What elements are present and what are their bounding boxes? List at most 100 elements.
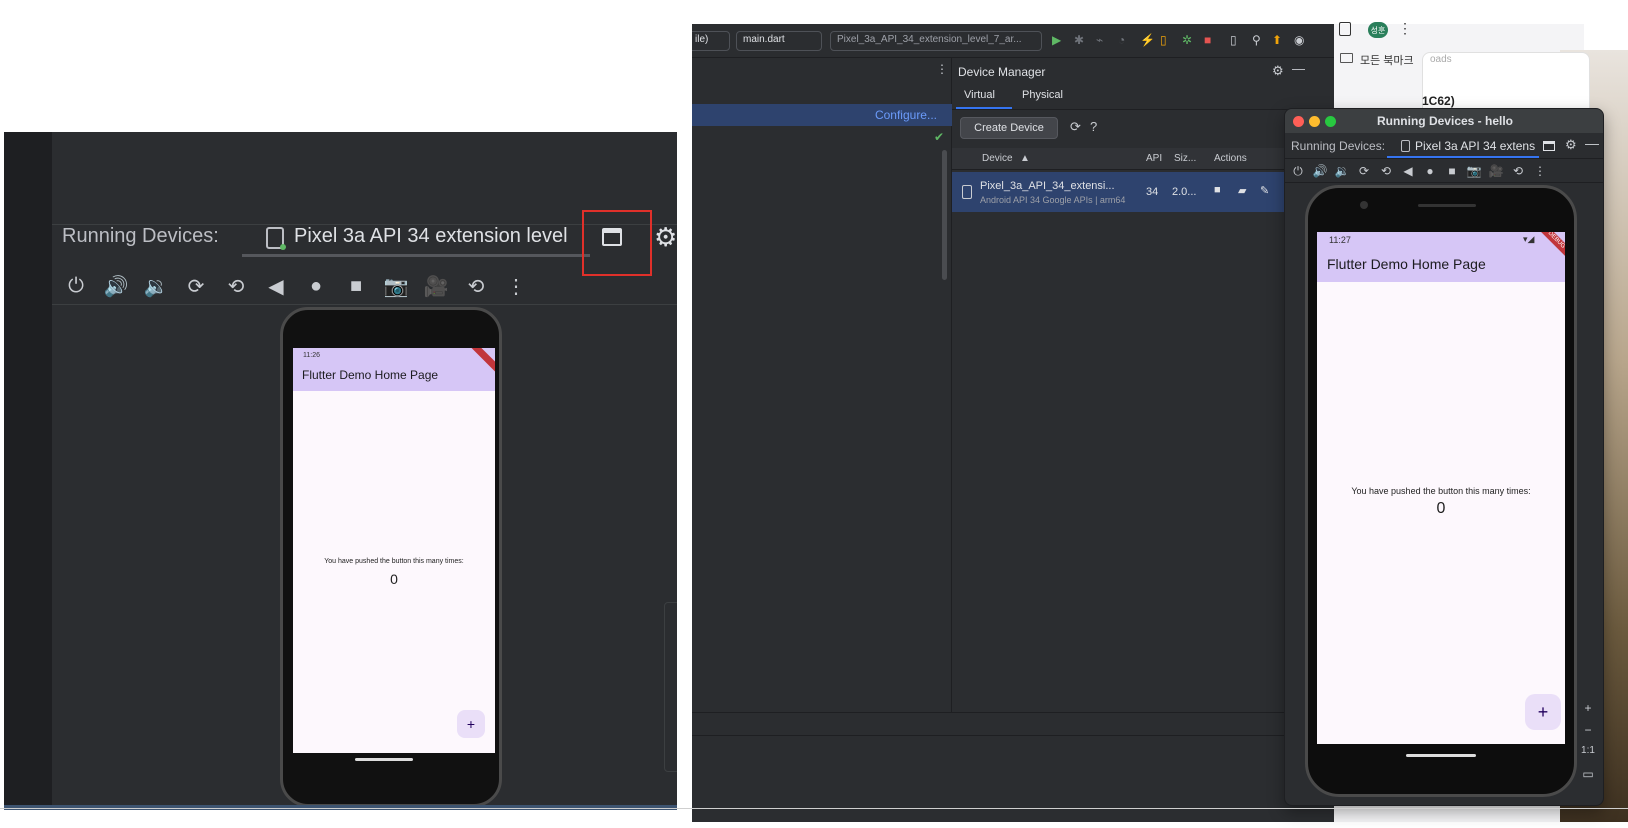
column-api[interactable]: API (1146, 153, 1162, 164)
panel-title: Device Manager (958, 65, 1046, 79)
column-size[interactable]: Siz... (1174, 153, 1196, 164)
profile-icon[interactable]: ◔ (1118, 33, 1125, 47)
counter-value: 0 (390, 571, 398, 587)
tab-virtual[interactable]: Virtual (964, 89, 995, 101)
gear-icon[interactable]: ⚙ (1565, 137, 1577, 153)
home-icon[interactable]: ● (302, 272, 330, 300)
power-icon[interactable]: ⏻ (1289, 163, 1307, 179)
zoom-out-button[interactable]: − (1577, 723, 1599, 737)
phone-screen[interactable]: 11:26 Flutter Demo Home Page You have pu… (293, 348, 495, 753)
table-row[interactable]: Pixel_3a_API_34_extensi... Android API 3… (952, 172, 1334, 212)
search-icon[interactable]: ⚲ (1252, 33, 1261, 47)
snapshot-icon[interactable]: ⟲ (1509, 163, 1527, 179)
tab-underline (242, 254, 590, 257)
bookmarks-link[interactable]: 모든 북마크 (1360, 52, 1414, 68)
inspector-icon[interactable]: ✲ (1182, 33, 1192, 47)
power-icon[interactable]: ⏻ (62, 272, 90, 300)
minimize-icon[interactable]: — (1585, 135, 1599, 151)
hot-reload-icon[interactable]: ⚡ (1140, 33, 1155, 47)
downloads-label: oads (1430, 54, 1452, 65)
file-selector[interactable]: main.dart (736, 31, 822, 51)
more-icon[interactable]: ⋮ (1398, 20, 1412, 37)
project-pane: ⋮ Configure... ✔ (692, 58, 952, 712)
device-api: 34 (1146, 186, 1159, 198)
device-tab-label[interactable]: Pixel 3a API 34 extension level (294, 225, 568, 248)
home-indicator (355, 758, 413, 761)
edit-icon[interactable]: ✎ (1260, 184, 1269, 197)
create-device-button[interactable]: Create Device (960, 117, 1058, 139)
volume-up-icon[interactable]: 🔊 (102, 272, 130, 300)
home-icon[interactable]: ● (1421, 163, 1439, 179)
back-icon[interactable]: ◀ (262, 272, 290, 300)
more-icon[interactable]: ⋮ (502, 272, 530, 300)
device-toolbar: ⏻ 🔊 🔉 ⟳ ⟲ ◀ ● ■ 📷 🎥 ⟲ ⋮ (1285, 159, 1603, 183)
actual-size-button[interactable]: 1:1 (1577, 745, 1599, 756)
more-icon[interactable]: ⋮ (1531, 163, 1549, 179)
minimize-icon[interactable]: — (1292, 61, 1305, 76)
device-manager-icon[interactable]: ▯ (1230, 33, 1237, 47)
zoom-in-button[interactable]: + (1577, 701, 1599, 715)
left-gutter (4, 132, 52, 810)
device-online-dot (280, 244, 286, 250)
app-title: Flutter Demo Home Page (1327, 256, 1486, 272)
divider (0, 808, 1628, 809)
folder-icon (1340, 53, 1353, 63)
folder-icon[interactable]: ▰ (1238, 184, 1246, 197)
device-name: Pixel_3a_API_34_extensi... (980, 180, 1115, 192)
device-tab-label[interactable]: Pixel 3a API 34 extensio (1415, 139, 1535, 153)
phone-screen[interactable]: 11:27 ▾◢ DEBUG Flutter Demo Home Page Yo… (1317, 232, 1565, 744)
app-bar: 11:27 ▾◢ DEBUG Flutter Demo Home Page (1317, 232, 1565, 282)
window-mode-icon[interactable] (1543, 141, 1555, 151)
column-device[interactable]: Device (982, 153, 1013, 164)
volume-up-icon[interactable]: 🔊 (1311, 163, 1329, 179)
increment-fab[interactable]: + (1525, 694, 1561, 730)
run-config-selector[interactable]: ile) (692, 31, 730, 51)
stop-icon[interactable]: ■ (1204, 33, 1211, 47)
title-bar[interactable]: Running Devices - hello (1285, 109, 1603, 133)
rotate-left-icon[interactable]: ⟲ (1377, 163, 1395, 179)
increment-fab[interactable]: + (457, 710, 485, 738)
device-icon (962, 185, 972, 199)
stop-icon[interactable]: ■ (1214, 184, 1221, 196)
camera-icon[interactable]: 📷 (382, 272, 410, 300)
gear-icon[interactable]: ⚙ (654, 222, 677, 253)
rotate-right-icon[interactable]: ⟳ (182, 272, 210, 300)
tab-physical[interactable]: Physical (1022, 89, 1063, 101)
help-icon[interactable]: ? (1090, 119, 1097, 134)
speaker-grille (1418, 204, 1476, 207)
phone-frame: 11:26 Flutter Demo Home Page You have pu… (280, 307, 502, 807)
configure-link[interactable]: Configure... (875, 108, 937, 122)
gear-icon[interactable]: ⚙ (1272, 63, 1284, 79)
highlight-box (582, 210, 652, 276)
attach-icon[interactable]: ⌁ (1096, 33, 1103, 47)
app-bar: 11:26 Flutter Demo Home Page (293, 348, 495, 391)
run-icon[interactable]: ▶ (1052, 33, 1061, 47)
avatar[interactable]: 성훈 (1368, 22, 1388, 38)
record-icon[interactable]: 🎥 (422, 272, 450, 300)
account-icon[interactable]: ◉ (1294, 33, 1304, 47)
volume-down-icon[interactable]: 🔉 (142, 272, 170, 300)
more-icon[interactable]: ⋮ (936, 62, 948, 76)
app-title: Flutter Demo Home Page (302, 368, 439, 382)
rotate-right-icon[interactable]: ⟳ (1355, 163, 1373, 179)
overview-icon[interactable]: ■ (1443, 163, 1461, 179)
fit-screen-icon[interactable]: ▭ (1577, 767, 1599, 781)
volume-down-icon[interactable]: 🔉 (1333, 163, 1351, 179)
camera-icon[interactable]: 📷 (1465, 163, 1483, 179)
debug-icon[interactable]: ✱ (1074, 33, 1084, 47)
snapshot-icon[interactable]: ⟲ (462, 272, 490, 300)
status-time: 11:26 (303, 352, 320, 359)
back-icon[interactable]: ◀ (1399, 163, 1417, 179)
record-icon[interactable]: 🎥 (1487, 163, 1505, 179)
hot-restart-icon[interactable]: ▯ (1160, 33, 1167, 47)
sort-asc-icon[interactable]: ▲ (1020, 153, 1030, 164)
zoom-controls[interactable] (664, 602, 677, 772)
tool-window-bar (692, 712, 1334, 736)
update-icon[interactable]: ⬆ (1272, 33, 1282, 47)
scrollbar[interactable] (942, 150, 947, 280)
sidebar-icon[interactable] (1339, 22, 1351, 36)
overview-icon[interactable]: ■ (342, 272, 370, 300)
refresh-icon[interactable]: ⟳ (1070, 119, 1081, 135)
device-selector[interactable]: Pixel_3a_API_34_extension_level_7_ar... (830, 31, 1042, 51)
rotate-left-icon[interactable]: ⟲ (222, 272, 250, 300)
